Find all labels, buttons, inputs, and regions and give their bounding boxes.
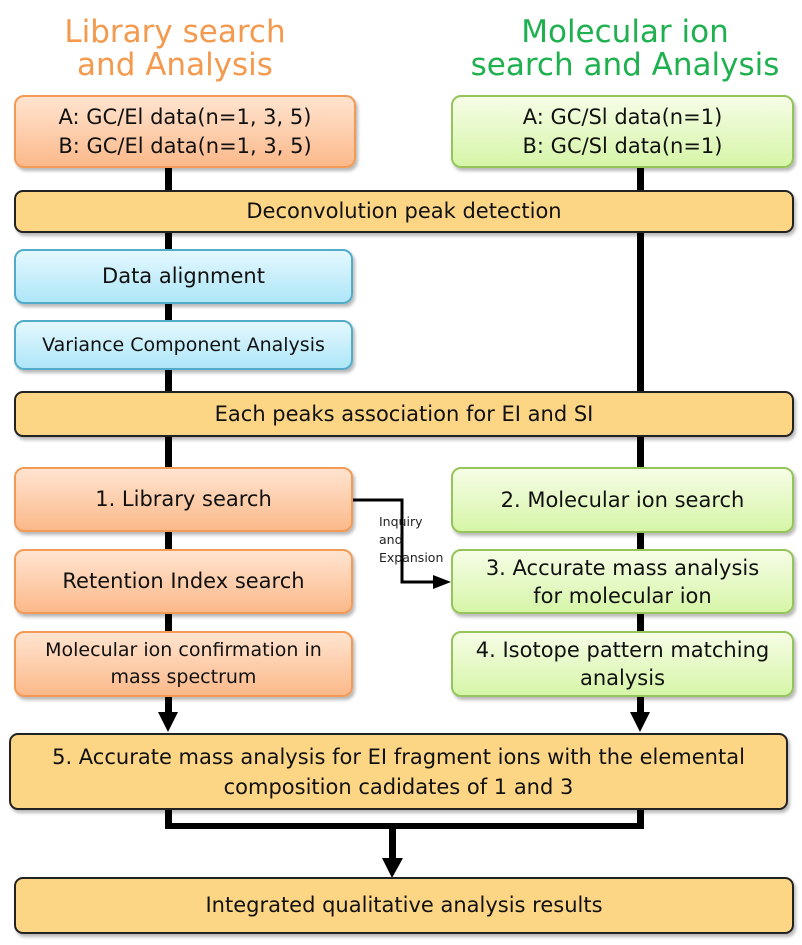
inquiry-expansion-label: Inquiry and Expansion [379,513,443,567]
data-alignment-box: Data alignment [14,249,353,304]
box-text: 1. Library search [95,487,272,511]
box-text: Data alignment [102,264,265,288]
box-text: 3. Accurate mass analysis [485,555,760,580]
annotation-line: and [379,532,403,547]
accurate-mass-molecular-box: 3. Accurate mass analysis for molecular … [451,549,794,614]
ei-data-box: A: GC/El data(n=1, 3, 5) B: GC/El data(n… [14,95,356,168]
heading-line: Library search [64,14,286,50]
isotope-pattern-box: 4. Isotope pattern matching analysis [451,631,794,697]
box-text: Each peaks association for EI and SI [214,401,594,426]
box-text: A: GC/El data(n=1, 3, 5) [58,104,312,129]
box-text: Retention Index search [62,569,305,593]
annotation-line: Expansion [379,550,444,565]
library-search-box: 1. Library search [14,467,353,532]
box-text: Molecular ion confirmation in [45,639,322,661]
molecular-ion-confirmation-box: Molecular ion confirmation in mass spect… [14,631,353,697]
box-text: Variance Component Analysis [42,333,325,356]
molecular-ion-heading: Molecular ion search and Analysis [455,16,795,82]
molecular-ion-search-box: 2. Molecular ion search [451,467,794,533]
box-text: 5. Accurate mass analysis for EI fragmen… [52,744,745,769]
box-text: mass spectrum [110,666,257,688]
box-text: 4. Isotope pattern matching [475,638,770,662]
deconvolution-box: Deconvolution peak detection [14,190,794,233]
retention-index-box: Retention Index search [14,549,353,614]
library-search-heading: Library search and Analysis [20,16,330,82]
inquiry-arrow-head [433,575,451,589]
merge-down-line [389,826,396,862]
box-text: composition cadidates of 1 and 3 [223,774,574,799]
merge-horizontal-line [165,823,644,829]
integrated-results-box: Integrated qualitative analysis results [14,877,794,934]
box-text: 2. Molecular ion search [500,487,745,512]
heading-line: Molecular ion [521,14,729,50]
box-text: for molecular ion [533,583,712,608]
heading-line: and Analysis [77,47,273,83]
left-arrow-head [158,712,178,732]
si-data-box: A: GC/Sl data(n=1) B: GC/Sl data(n=1) [451,95,794,168]
heading-line: search and Analysis [470,47,780,83]
box-text: Integrated qualitative analysis results [205,893,603,917]
box-text: B: GC/Sl data(n=1) [522,133,723,158]
variance-component-box: Variance Component Analysis [14,320,353,370]
box-text: B: GC/El data(n=1, 3, 5) [58,133,312,158]
box-text: analysis [579,666,666,690]
fragment-analysis-box: 5. Accurate mass analysis for EI fragmen… [9,733,788,810]
box-text: A: GC/Sl data(n=1) [522,104,723,129]
annotation-line: Inquiry [379,514,423,529]
peaks-association-box: Each peaks association for EI and SI [14,391,794,437]
right-arrow-head [630,712,650,732]
box-text: Deconvolution peak detection [246,199,562,223]
